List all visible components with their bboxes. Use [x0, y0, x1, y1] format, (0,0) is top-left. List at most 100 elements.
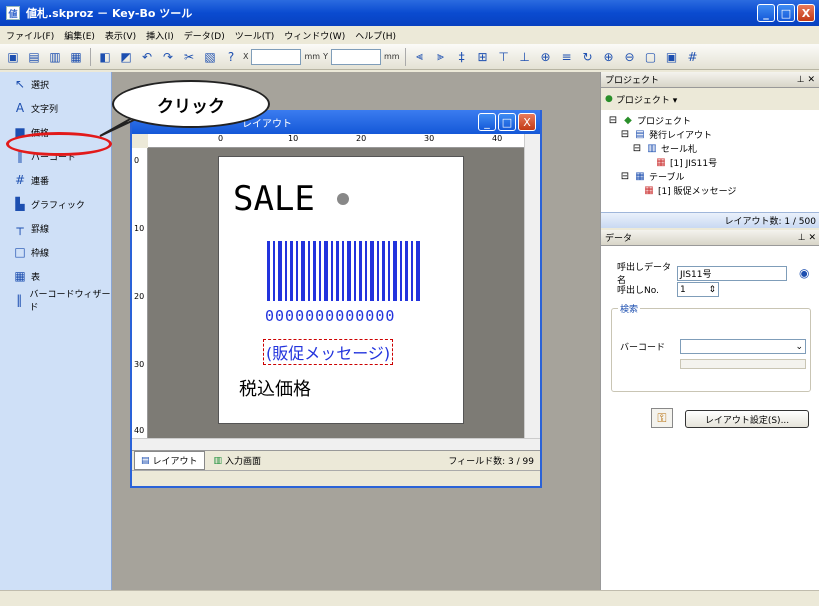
- help-icon[interactable]: ◉: [799, 266, 809, 280]
- menu-tools[interactable]: ツール(T): [235, 29, 275, 42]
- undo-icon[interactable]: ↶: [138, 48, 156, 66]
- print-preview-icon[interactable]: ◧: [96, 48, 114, 66]
- hole-punch-mark: [337, 193, 349, 205]
- cut-icon[interactable]: ✂: [180, 48, 198, 66]
- sale-text[interactable]: SALE: [233, 179, 315, 219]
- tree-node[interactable]: ⊟ ▦ テーブル: [619, 170, 685, 183]
- pin-icon[interactable]: ⊥ ✕: [798, 233, 816, 243]
- sd-icon[interactable]: ◩: [117, 48, 135, 66]
- pin-icon[interactable]: ⊥ ✕: [797, 75, 815, 85]
- input-screen-icon: ▥: [213, 455, 223, 466]
- align-bottom-icon[interactable]: ⊥: [516, 48, 534, 66]
- ruler-tick: 20: [356, 134, 367, 143]
- align-middle-icon[interactable]: ⊕: [537, 48, 555, 66]
- menu-bar: ファイル(F) 編集(E) 表示(V) 挿入(I) データ(D) ツール(T) …: [0, 26, 819, 44]
- menu-window[interactable]: ウィンドウ(W): [284, 29, 345, 42]
- ruler-tick: 0: [134, 156, 140, 165]
- align-top-icon[interactable]: ⊤: [495, 48, 513, 66]
- tab-input-screen[interactable]: ▥ 入力画面: [206, 451, 269, 470]
- grid-icon[interactable]: #: [684, 48, 702, 66]
- maximize-button[interactable]: □: [777, 4, 795, 22]
- new-icon[interactable]: ▣: [4, 48, 22, 66]
- tool-select[interactable]: ↖ 選択: [0, 72, 111, 96]
- save-icon[interactable]: ▤: [25, 48, 43, 66]
- copy-layout-icon[interactable]: ▦: [67, 48, 85, 66]
- rotate-icon[interactable]: ↻: [579, 48, 597, 66]
- serial-number-icon: #: [14, 173, 26, 187]
- help-icon[interactable]: ?: [222, 48, 240, 66]
- project-icon: ◆: [624, 115, 632, 126]
- select-arrow-icon: ↖: [14, 77, 26, 91]
- ruler-tick: 30: [134, 360, 145, 369]
- layout-minimize-button[interactable]: _: [478, 113, 496, 131]
- data-panel: 呼出しデータ名 JIS11号 ◉ 呼出しNo. 1 ⇕ 検索 バーコード ⌄ ⚿ …: [601, 246, 819, 590]
- call-name-input[interactable]: JIS11号: [677, 265, 787, 281]
- distribute-h-icon[interactable]: ⊞: [474, 48, 492, 66]
- mm-unit-label-2: mm: [383, 52, 400, 61]
- ruler-tick: 30: [424, 134, 435, 143]
- align-left-icon[interactable]: ⫷: [411, 48, 429, 66]
- align-right-icon[interactable]: ⫸: [432, 48, 450, 66]
- layout-item-icon: ▦: [656, 157, 666, 168]
- menu-insert[interactable]: 挿入(I): [146, 29, 174, 42]
- tool-barcode-wizard[interactable]: ‖ バーコードウィザード: [0, 288, 111, 313]
- highlight-circle: [6, 132, 112, 156]
- distribute-v-icon[interactable]: ≡: [558, 48, 576, 66]
- tax-included-price-text[interactable]: 税込価格: [239, 375, 311, 401]
- barcode-select[interactable]: ⌄: [680, 339, 806, 354]
- close-button[interactable]: X: [797, 4, 815, 22]
- horizontal-scrollbar[interactable]: [132, 438, 540, 450]
- project-dropdown[interactable]: ● プロジェクト ▾: [601, 88, 819, 110]
- text-tool-icon: A: [15, 101, 25, 115]
- barcode-wizard-icon: ‖: [16, 293, 23, 307]
- data-panel-header: データ ⊥ ✕: [601, 230, 819, 246]
- vertical-scrollbar[interactable]: [524, 134, 540, 438]
- tab-layout[interactable]: ▤ レイアウト: [134, 451, 205, 470]
- tree-node[interactable]: ▦ [1] 販促メッセージ: [643, 184, 736, 197]
- menu-view[interactable]: 表示(V): [105, 29, 136, 42]
- align-center-icon[interactable]: ‡: [453, 48, 471, 66]
- tool-frame[interactable]: □ 枠線: [0, 240, 111, 264]
- redo-icon[interactable]: ↷: [159, 48, 177, 66]
- x-coordinate-field[interactable]: [251, 48, 302, 65]
- menu-file[interactable]: ファイル(F): [6, 29, 54, 42]
- tool-line[interactable]: ┬ 罫線: [0, 216, 111, 240]
- y-coordinate-field[interactable]: [330, 48, 381, 65]
- layout-close-button[interactable]: X: [518, 113, 536, 131]
- promo-message-text[interactable]: (販促メッセージ): [263, 339, 394, 365]
- call-no-spinner[interactable]: 1 ⇕: [677, 282, 719, 297]
- barcode-graphic[interactable]: [263, 241, 423, 303]
- collapse-icon: ⊟: [608, 115, 618, 126]
- tree-node[interactable]: ⊟ ◆ プロジェクト: [607, 114, 691, 127]
- tool-graphic[interactable]: ▙ グラフィック: [0, 192, 111, 216]
- layout-maximize-button[interactable]: □: [498, 113, 516, 131]
- paste-icon[interactable]: ▧: [201, 48, 219, 66]
- layout-window: レイアウト _ □ X 0 10 20 30 40 0 10 20 30 40 …: [130, 110, 542, 488]
- minimize-button[interactable]: _: [757, 4, 775, 22]
- label-paper[interactable]: SALE 0000000000000 (販促メッセージ) 税込価格: [218, 156, 464, 424]
- lock-icon[interactable]: ⚿: [651, 408, 673, 428]
- zoom-out-icon[interactable]: ⊖: [621, 48, 639, 66]
- tool-table[interactable]: ▦ 表: [0, 264, 111, 288]
- layout-tab-icon: ▤: [141, 455, 150, 466]
- zoom-in-icon[interactable]: ⊕: [600, 48, 618, 66]
- tree-node[interactable]: ⊟ ▤ 発行レイアウト: [619, 128, 712, 141]
- menu-edit[interactable]: 編集(E): [64, 29, 95, 42]
- layout-settings-button[interactable]: レイアウト設定(S)...: [685, 410, 809, 428]
- chevron-down-icon: ⌄: [795, 341, 803, 352]
- field-count: フィールド数: 3 / 99: [448, 457, 534, 467]
- tool-text[interactable]: A 文字列: [0, 96, 111, 120]
- mm-unit-label: mm: [304, 52, 321, 61]
- menu-data[interactable]: データ(D): [184, 29, 225, 42]
- toolbar-separator: [90, 47, 91, 66]
- spinner-arrows-icon[interactable]: ⇕: [708, 285, 716, 295]
- fit-view-icon[interactable]: ▣: [663, 48, 681, 66]
- tree-node[interactable]: ▦ [1] JIS11号: [655, 156, 717, 169]
- title-bar: 値 値札.skproz － Key-Bo ツール _ □ X: [0, 0, 819, 26]
- tree-node[interactable]: ⊟ ▥ セール札: [631, 142, 697, 155]
- open-icon[interactable]: ▥: [46, 48, 64, 66]
- menu-help[interactable]: ヘルプ(H): [355, 29, 396, 42]
- tool-serial[interactable]: # 連番: [0, 168, 111, 192]
- layout-canvas[interactable]: SALE 0000000000000 (販促メッセージ) 税込価格: [148, 148, 524, 438]
- page-view-icon[interactable]: ▢: [642, 48, 660, 66]
